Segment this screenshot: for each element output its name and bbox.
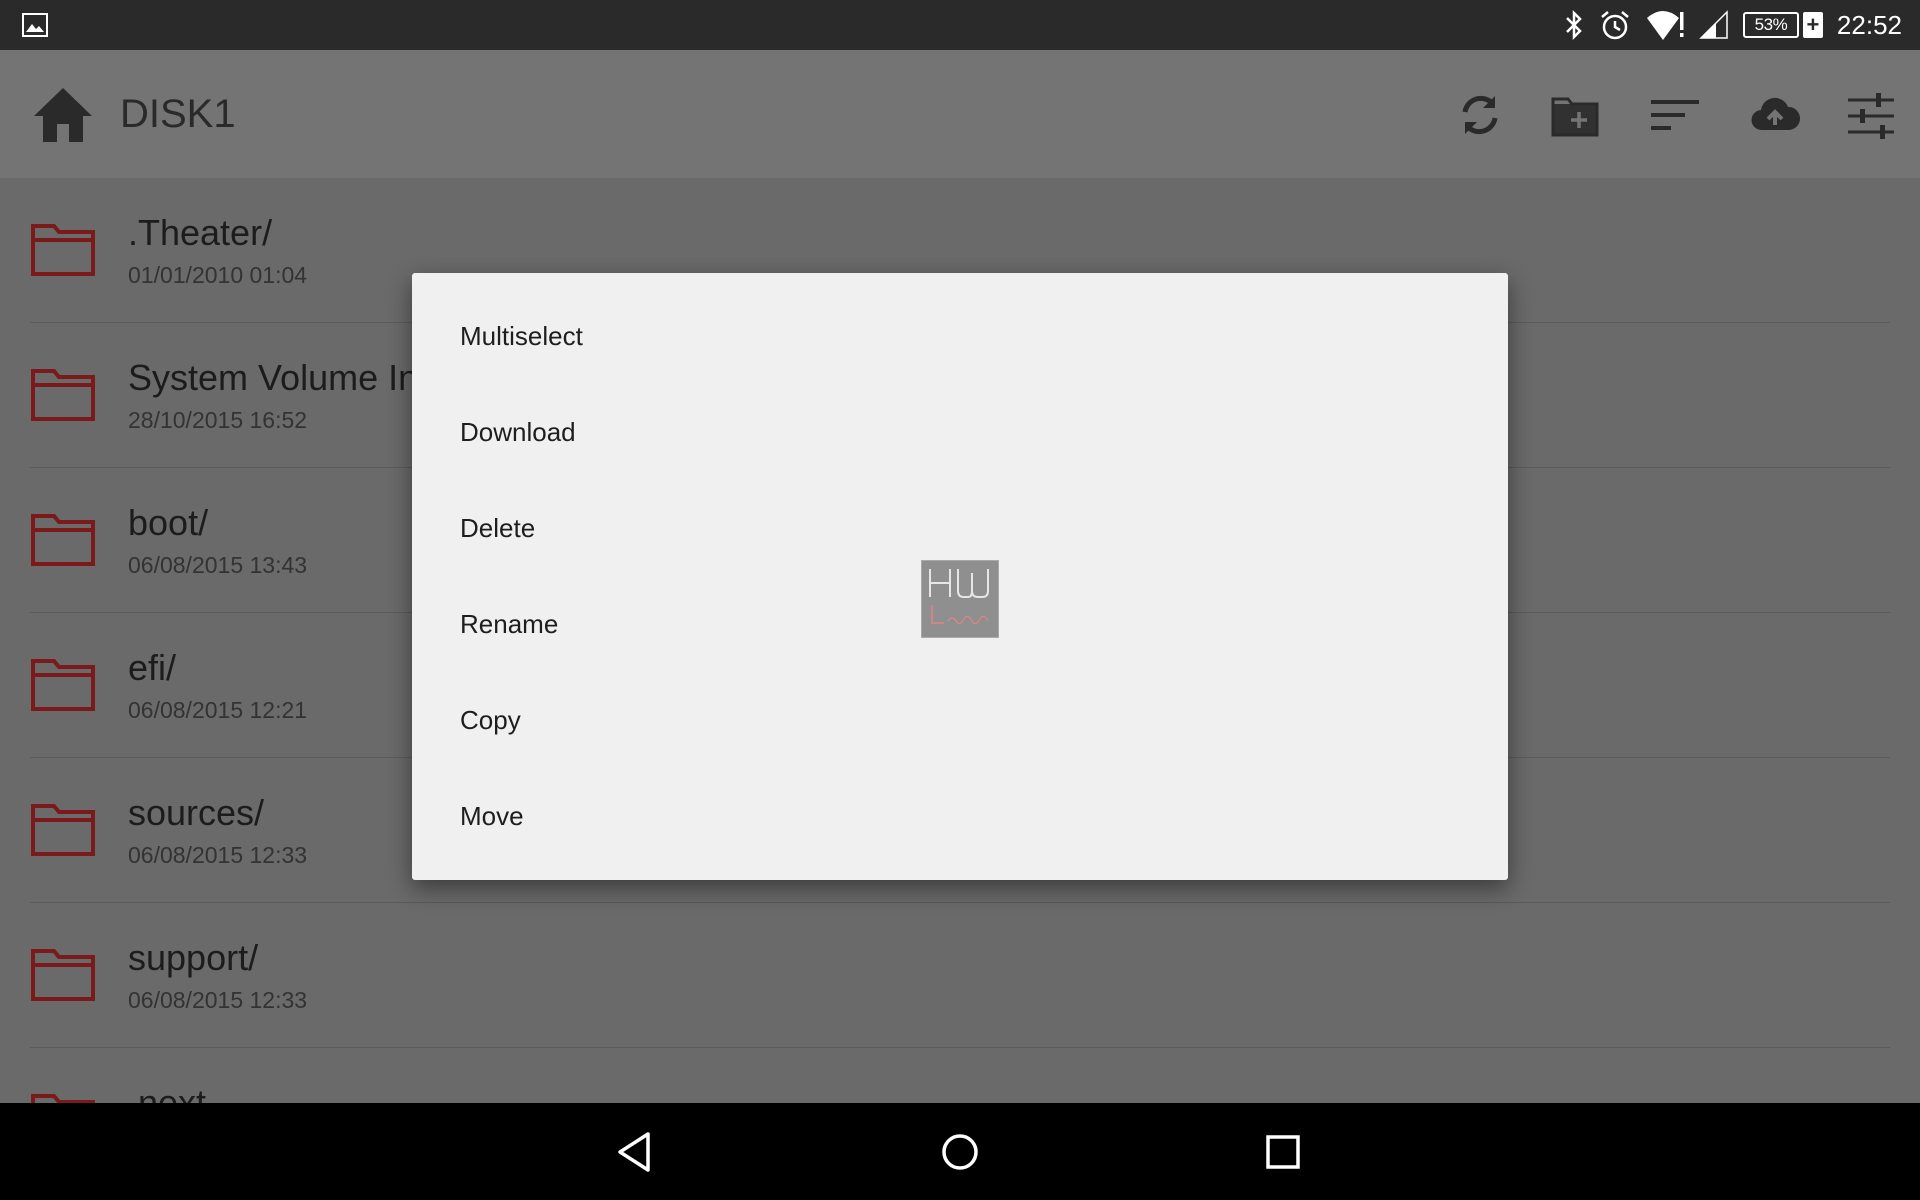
app-bar: DISK1 (0, 50, 1920, 178)
wifi-alert-icon (1646, 11, 1684, 40)
folder-icon (31, 659, 95, 711)
cell-signal-icon (1699, 10, 1728, 39)
file-date: 06/08/2015 12:21 (128, 697, 308, 723)
list-item[interactable]: .next (0, 1048, 1920, 1103)
menu-item-copy[interactable]: Copy (412, 672, 1508, 768)
battery-charging-icon: + (1802, 12, 1823, 38)
status-bar: 53% + 22:52 (0, 0, 1920, 50)
menu-item-move[interactable]: Move (412, 768, 1508, 864)
battery-level: 53% (1754, 15, 1788, 34)
new-folder-icon[interactable] (1550, 90, 1600, 140)
folder-icon (31, 804, 95, 856)
file-date: 28/10/2015 16:52 (128, 407, 308, 433)
refresh-icon[interactable] (1455, 90, 1505, 140)
recents-icon[interactable] (1259, 1128, 1307, 1176)
page-title: DISK1 (120, 92, 236, 136)
bluetooth-icon (1566, 10, 1582, 40)
file-name: .Theater/ (128, 212, 273, 253)
sort-icon[interactable] (1650, 90, 1700, 140)
upload-icon[interactable] (1750, 90, 1800, 140)
back-icon[interactable] (612, 1128, 660, 1176)
image-icon (22, 13, 48, 37)
watermark-logo (921, 560, 999, 638)
folder-icon (31, 224, 95, 276)
file-name: System Volume In (128, 357, 419, 398)
file-name: sources/ (128, 792, 265, 833)
file-name: efi/ (128, 647, 177, 688)
file-date: 06/08/2015 13:43 (128, 552, 308, 578)
home-icon[interactable] (32, 86, 94, 144)
home-nav-icon[interactable] (936, 1128, 984, 1176)
hw-legend-logo-icon (929, 569, 989, 625)
folder-icon (31, 369, 95, 421)
folder-icon (31, 1094, 95, 1103)
file-date: 06/08/2015 12:33 (128, 987, 308, 1013)
file-date: 06/08/2015 12:33 (128, 842, 308, 868)
file-name: .next (128, 1082, 207, 1103)
menu-item-download[interactable]: Download (412, 384, 1508, 480)
clock: 22:52 (1836, 9, 1902, 40)
file-date: 01/01/2010 01:04 (128, 262, 308, 288)
settings-sliders-icon[interactable] (1846, 90, 1896, 140)
folder-icon (31, 514, 95, 566)
list-item[interactable]: support/ 06/08/2015 12:33 (0, 903, 1920, 1048)
navigation-bar (0, 1103, 1920, 1200)
alarm-icon (1601, 11, 1629, 40)
file-name: boot/ (128, 502, 209, 543)
battery-indicator: 53% (1742, 12, 1799, 38)
menu-item-multiselect[interactable]: Multiselect (412, 288, 1508, 384)
folder-icon (31, 949, 95, 1001)
file-name: support/ (128, 937, 259, 978)
